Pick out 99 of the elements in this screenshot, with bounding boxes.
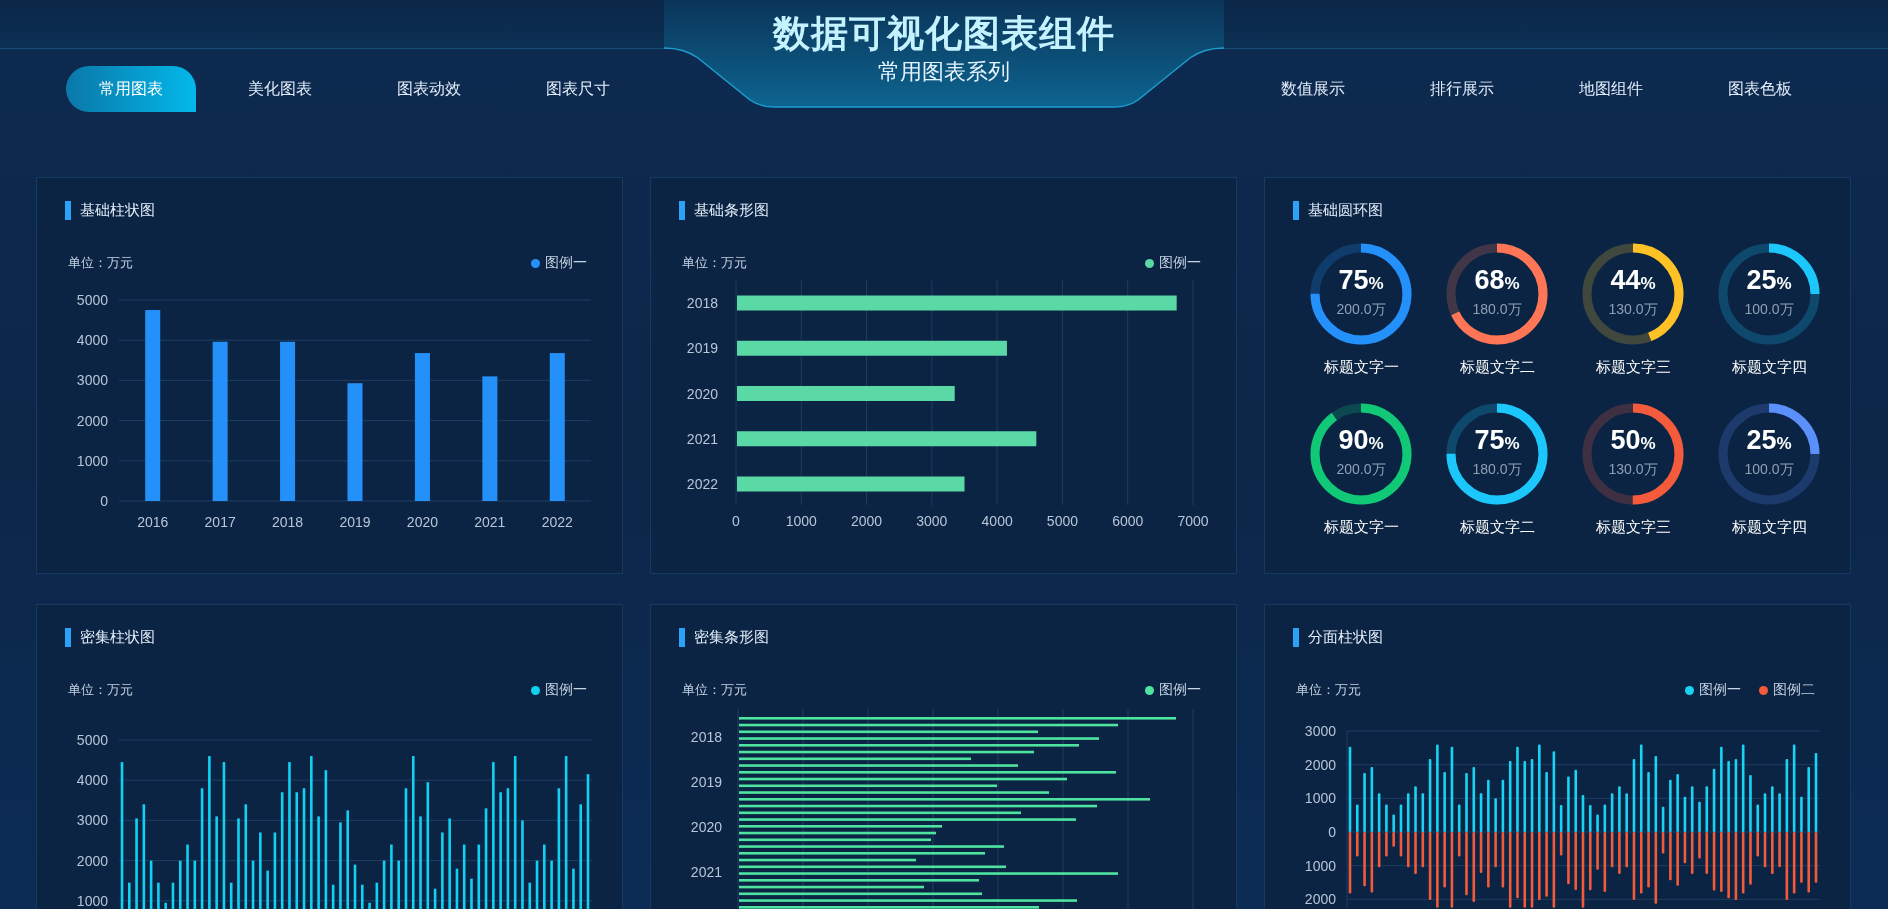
panel-title: 基础条形图 xyxy=(694,200,769,220)
panel-title: 分面柱状图 xyxy=(1308,627,1383,647)
axis-label: 2022 xyxy=(541,514,573,530)
amount-value: 200.0万 xyxy=(1336,460,1386,479)
axis-label: 1000 xyxy=(76,452,108,469)
donut-caption: 标题文字四 xyxy=(1731,357,1807,377)
axis-label: 3000 xyxy=(1304,723,1336,739)
percent-value: 50 xyxy=(1610,425,1641,455)
donut-caption: 标题文字三 xyxy=(1595,517,1671,537)
axis-label: 2019 xyxy=(690,774,722,790)
percent-sign: % xyxy=(1640,434,1656,455)
unit-label: 单位：万元 xyxy=(682,254,747,272)
unit-label: 单位：万元 xyxy=(68,254,133,272)
axis-label: 2022 xyxy=(686,476,718,492)
axis-label: 2000 xyxy=(1304,891,1336,908)
panel-title: 密集条形图 xyxy=(694,627,769,647)
amount-value: 130.0万 xyxy=(1608,460,1658,479)
percent-sign: % xyxy=(1504,274,1520,295)
donut-caption: 标题文字一 xyxy=(1323,357,1399,377)
axis-label: 5000 xyxy=(1046,513,1078,529)
axis-label: 2020 xyxy=(686,385,718,402)
donut-caption: 标题文字三 xyxy=(1595,357,1671,377)
donut-caption: 标题文字二 xyxy=(1459,357,1535,377)
amount-value: 100.0万 xyxy=(1744,460,1794,479)
axis-label: 4000 xyxy=(76,332,108,349)
percent-value: 75 xyxy=(1474,425,1505,455)
nav-tab[interactable]: 数值展示 xyxy=(1248,66,1378,112)
amount-value: 200.0万 xyxy=(1336,300,1386,319)
nav-tab[interactable]: 图表尺寸 xyxy=(513,66,643,112)
axis-label: 2020 xyxy=(690,819,722,835)
axis-label: 4000 xyxy=(981,513,1013,529)
legend-label: 图例一 xyxy=(1159,681,1201,699)
axis-label: 3000 xyxy=(76,372,108,389)
axis-label: 2018 xyxy=(272,514,304,530)
nav-tab[interactable]: 地图组件 xyxy=(1546,66,1676,112)
axis-label: 1000 xyxy=(76,892,108,909)
axis-label: 5000 xyxy=(76,292,108,308)
axis-label: 5000 xyxy=(76,732,108,748)
panel-title: 基础柱状图 xyxy=(80,200,155,220)
percent-sign: % xyxy=(1776,434,1792,455)
amount-value: 180.0万 xyxy=(1472,460,1522,479)
axis-label: 7000 xyxy=(1177,513,1209,529)
percent-value: 25 xyxy=(1746,265,1777,295)
axis-label: 1000 xyxy=(785,513,817,529)
percent-sign: % xyxy=(1640,274,1656,295)
legend-label: 图例一 xyxy=(1159,254,1201,272)
percent-value: 75 xyxy=(1338,265,1369,295)
nav-tab[interactable]: 图表动效 xyxy=(364,66,494,112)
axis-label: 2019 xyxy=(686,340,718,357)
unit-label: 单位：万元 xyxy=(1296,681,1361,699)
unit-label: 单位：万元 xyxy=(68,681,133,699)
legend-label: 图例一 xyxy=(545,254,587,272)
axis-label: 2021 xyxy=(690,864,722,880)
axis-label: 3000 xyxy=(916,513,948,529)
percent-value: 25 xyxy=(1746,425,1777,455)
axis-label: 0 xyxy=(1328,824,1336,840)
axis-label: 0 xyxy=(100,493,108,509)
percent-sign: % xyxy=(1368,274,1384,295)
axis-label: 2000 xyxy=(76,412,108,429)
percent-sign: % xyxy=(1504,434,1520,455)
legend-label: 图例一 xyxy=(1699,681,1741,699)
axis-label: 0 xyxy=(732,513,740,529)
axis-label: 2016 xyxy=(137,514,169,530)
axis-label: 2000 xyxy=(851,513,883,529)
percent-sign: % xyxy=(1776,274,1792,295)
page-title: 数据可视化图表组件 xyxy=(773,12,1115,56)
percent-sign: % xyxy=(1368,434,1384,455)
axis-label: 2021 xyxy=(686,430,718,447)
axis-label: 2020 xyxy=(406,514,438,530)
axis-label: 1000 xyxy=(1304,857,1336,874)
amount-value: 100.0万 xyxy=(1744,300,1794,319)
legend-label: 图例一 xyxy=(545,681,587,699)
panel-title: 密集柱状图 xyxy=(80,627,155,647)
percent-value: 44 xyxy=(1610,265,1641,295)
nav-tab[interactable]: 图表色板 xyxy=(1695,66,1825,112)
page-subtitle: 常用图表系列 xyxy=(878,58,1010,86)
axis-label: 3000 xyxy=(76,812,108,829)
axis-label: 2000 xyxy=(76,852,108,869)
donut-caption: 标题文字四 xyxy=(1731,517,1807,537)
axis-label: 2021 xyxy=(474,514,506,530)
unit-label: 单位：万元 xyxy=(682,681,747,699)
donut-caption: 标题文字一 xyxy=(1323,517,1399,537)
axis-label: 4000 xyxy=(76,772,108,789)
amount-value: 180.0万 xyxy=(1472,300,1522,319)
axis-label: 2018 xyxy=(690,729,722,745)
legend-label: 图例二 xyxy=(1773,681,1815,699)
axis-label: 2017 xyxy=(204,514,236,530)
axis-label: 2019 xyxy=(339,514,371,530)
axis-label: 6000 xyxy=(1112,513,1144,529)
axis-label: 1000 xyxy=(1304,790,1336,807)
axis-label: 2000 xyxy=(1304,756,1336,773)
nav-tab[interactable]: 美化图表 xyxy=(215,66,345,112)
donut-caption: 标题文字二 xyxy=(1459,517,1535,537)
axis-label: 2018 xyxy=(686,295,718,311)
panel-title: 基础圆环图 xyxy=(1308,200,1383,220)
nav-tab[interactable]: 排行展示 xyxy=(1397,66,1527,112)
percent-value: 90 xyxy=(1338,425,1369,455)
percent-value: 68 xyxy=(1474,265,1505,295)
amount-value: 130.0万 xyxy=(1608,300,1658,319)
